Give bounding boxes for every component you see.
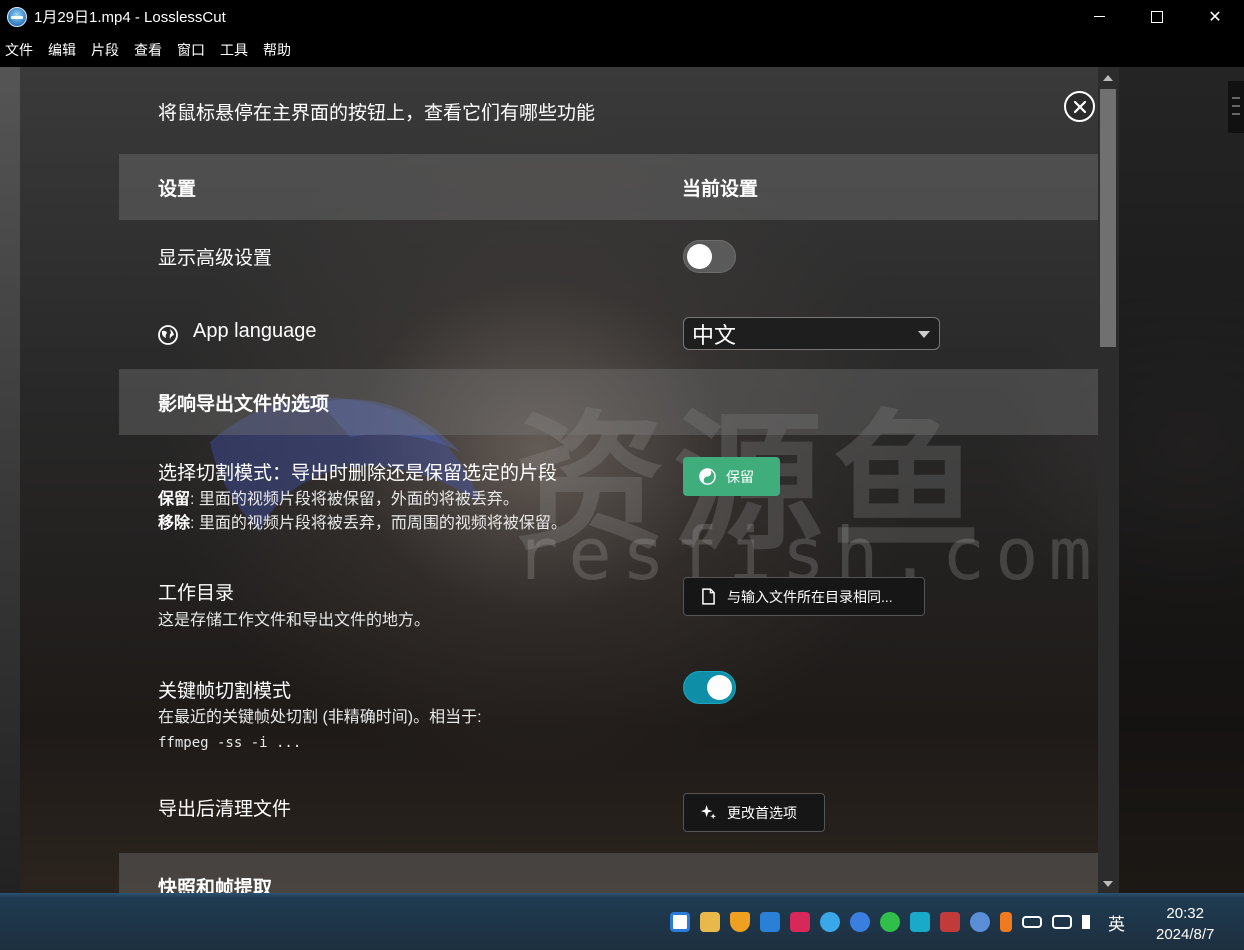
column-setting: 设置 [158,178,197,200]
folder-icon[interactable] [700,912,720,932]
keep-desc: : 里面的视频片段将被保留，外面的将被丢弃。 [190,491,519,508]
network-icon[interactable] [1052,915,1072,929]
settings-panel: 资源鱼 resfish.com 将鼠标悬停在主界面的按钮上，查看它们有哪些功能 … [0,67,1098,893]
onedrive-icon[interactable] [850,912,870,932]
settings-hint: 将鼠标悬停在主界面的按钮上，查看它们有哪些功能 [158,103,596,124]
menu-edit[interactable]: 编辑 [48,40,76,60]
app-language-label: App language [193,320,317,342]
wechat-icon[interactable] [880,912,900,932]
window-controls: ✕ [1070,0,1244,33]
change-preferences-button[interactable]: 更改首选项 [683,793,825,832]
arrow-icon[interactable] [1000,912,1012,932]
app-language-value: 中文 [692,322,737,348]
cleanup-title: 导出后清理文件 [158,799,292,820]
menu-segments[interactable]: 片段 [91,40,119,60]
settings-scrollbar[interactable] [1098,67,1119,893]
app-language-select[interactable]: 中文 [683,317,940,350]
working-dir-desc: 这是存储工作文件和导出文件的地方。 [158,612,431,629]
menu-bar: 文件 编辑 片段 查看 窗口 工具 帮助 [0,33,1244,67]
shield-icon[interactable] [730,912,750,932]
clock-time: 20:32 [1166,905,1204,922]
menu-view[interactable]: 查看 [134,40,162,60]
side-panel-handle[interactable] [1228,81,1244,133]
menu-file[interactable]: 文件 [5,40,33,60]
close-settings-button[interactable] [1064,91,1095,122]
side-backdrop [1119,67,1244,893]
working-dir-button-label: 与输入文件所在目录相同... [727,588,893,605]
window-title: 1月29日1.mp4 - LosslessCut [34,9,226,26]
working-dir-title: 工作目录 [158,583,235,604]
cut-mode-desc-remove: 移除: 里面的视频片段将被丢弃，而周围的视频将被保留。 [158,512,567,536]
title-bar: 1月29日1.mp4 - LosslessCut ✕ [0,0,1244,33]
remove-desc: : 里面的视频片段将被丢弃，而周围的视频将被保留。 [190,515,567,532]
taskbar: 英 20:32 2024/8/7 [0,893,1244,950]
cloud-icon[interactable] [820,912,840,932]
globe-icon [158,325,178,345]
export-options-header: 影响导出文件的选项 [119,369,1098,435]
settings-table-header: 设置 当前设置 [119,154,1098,220]
scroll-thumb[interactable] [1100,89,1116,347]
yin-yang-icon [698,468,716,486]
scroll-down-arrow[interactable] [1103,881,1113,887]
toggle-knob [687,244,712,269]
battery-icon[interactable] [1022,916,1042,928]
working-dir-button[interactable]: 与输入文件所在目录相同... [683,577,925,616]
app-tray-icon[interactable] [670,912,690,932]
cut-mode-desc-keep: 保留: 里面的视频片段将被保留，外面的将被丢弃。 [158,488,519,512]
menu-tools[interactable]: 工具 [220,40,248,60]
keyframe-cut-desc: 在最近的关键帧处切割 (非精确时间)。相当于: [158,709,482,726]
export-options-title: 影响导出文件的选项 [158,393,330,415]
maximize-button[interactable] [1128,0,1186,33]
remove-term: 移除 [158,515,191,532]
sync-icon[interactable] [970,912,990,932]
document-icon [699,588,717,606]
volume-muted-icon[interactable] [1082,915,1098,929]
toggle-knob [707,675,732,700]
box-icon[interactable] [760,912,780,932]
keep-term: 保留 [158,491,191,508]
app-logo-icon [7,6,27,27]
show-advanced-toggle[interactable] [683,240,736,273]
keyframe-cut-command: ffmpeg -ss -i ... [158,735,302,751]
keyframe-cut-toggle[interactable] [683,671,736,704]
menu-window[interactable]: 窗口 [177,40,205,60]
cloud-drive-icon[interactable] [910,912,930,932]
snapshot-section-header: 快照和帧提取 [119,853,1098,893]
system-tray: 英 [670,910,1125,934]
close-window-button[interactable]: ✕ [1186,0,1244,33]
snapshot-section-title: 快照和帧提取 [158,878,273,893]
taskbar-clock[interactable]: 20:32 2024/8/7 [1156,903,1214,945]
keyframe-cut-title: 关键帧切割模式 [158,681,292,702]
sparkle-icon [699,804,717,822]
close-icon [1073,100,1086,113]
cut-mode-button[interactable]: 保留 [683,457,780,496]
cut-mode-button-label: 保留 [726,468,754,485]
show-advanced-label: 显示高级设置 [158,248,273,269]
app-area: 资源鱼 resfish.com 将鼠标悬停在主界面的按钮上，查看它们有哪些功能 … [0,67,1244,893]
screen-record-icon[interactable] [940,912,960,932]
chevron-down-icon [918,331,930,338]
menu-help[interactable]: 帮助 [263,40,291,60]
media-icon[interactable] [790,912,810,932]
cut-mode-title: 选择切割模式：导出时删除还是保留选定的片段 [158,463,558,484]
clock-date: 2024/8/7 [1156,926,1215,943]
change-preferences-label: 更改首选项 [727,804,797,821]
minimize-button[interactable] [1070,0,1128,33]
scroll-up-arrow[interactable] [1103,75,1113,81]
column-current-setting: 当前设置 [682,178,759,200]
input-method-indicator[interactable]: 英 [1108,910,1125,935]
